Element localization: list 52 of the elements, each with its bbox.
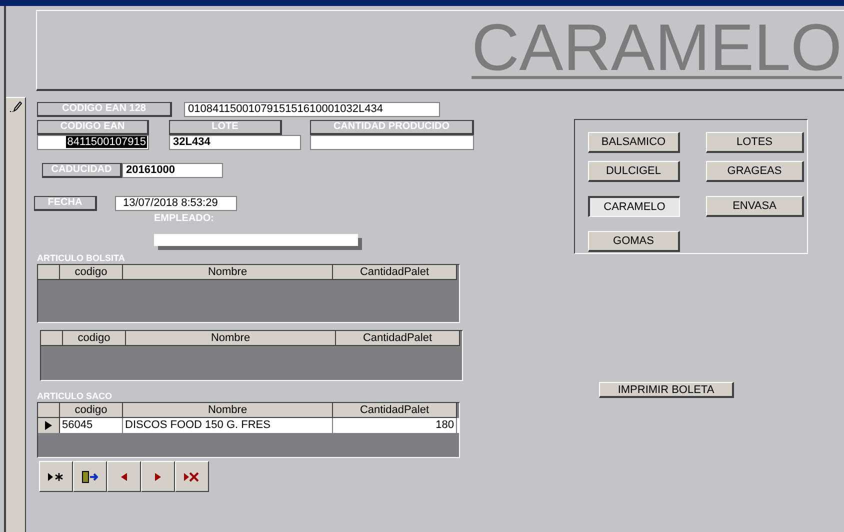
input-field[interactable]: 32L434 [169, 135, 301, 150]
next-button[interactable] [141, 461, 175, 492]
record-selector[interactable] [6, 97, 26, 532]
category-button[interactable]: ENVASA [706, 196, 804, 217]
field-label: FECHA [34, 196, 97, 211]
new-button[interactable] [39, 461, 73, 492]
previous-icon [121, 472, 127, 480]
field-label: CODIGO EAN 128 [37, 102, 172, 117]
section-title: ARTICULO SACO [37, 391, 112, 401]
delete-record-icon [184, 472, 200, 482]
input-field[interactable]: 8411500107915 [37, 135, 149, 150]
input-field[interactable] [154, 234, 358, 246]
category-button[interactable]: GRAGEAS [706, 161, 804, 182]
delete-button[interactable] [175, 461, 209, 492]
row-selector[interactable] [38, 418, 60, 433]
category-button[interactable]: GOMAS [588, 231, 680, 252]
column-header[interactable]: CantidadPalet [333, 265, 457, 280]
column-header[interactable]: codigo [63, 331, 126, 346]
new-record-icon [48, 472, 64, 480]
column-header[interactable]: CantidadPalet [333, 403, 457, 418]
input-field[interactable]: 13/07/2018 8:53:29 [115, 196, 237, 211]
field-label: CANTIDAD PRODUCIDO [310, 120, 474, 135]
column-header[interactable]: Nombre [123, 265, 333, 280]
next-icon [155, 472, 161, 480]
table-cell: 180 [333, 418, 457, 433]
grid-corner-cell[interactable] [41, 331, 63, 346]
input-field[interactable] [310, 135, 474, 150]
field-label: CODIGO EAN [37, 120, 149, 135]
column-header[interactable]: CantidadPalet [336, 331, 460, 346]
input-field[interactable]: 0108411500107915151610001032L434 [184, 102, 440, 117]
exit-button[interactable] [73, 461, 107, 492]
field-label: CADUCIDAD [42, 163, 122, 178]
grid-corner-cell[interactable] [38, 265, 60, 280]
table-cell: 56045 [60, 418, 123, 433]
category-button[interactable]: CARAMELO [588, 196, 680, 217]
input-field[interactable]: 20161000 [122, 163, 223, 178]
field-label: EMPLEADO: [154, 213, 214, 224]
table-cell: DISCOS FOOD 150 G. FRES [123, 418, 333, 433]
field-label: LOTE [169, 120, 282, 135]
door-icon [82, 470, 98, 482]
form-title: CARAMELO [472, 11, 842, 83]
column-header[interactable]: codigo [60, 265, 123, 280]
print-button[interactable]: IMPRIMIR BOLETA [599, 382, 734, 398]
category-button[interactable]: BALSAMICO [588, 132, 680, 153]
section-title: ARTICULO BOLSITA [37, 253, 125, 263]
category-button[interactable]: LOTES [706, 132, 804, 153]
column-header[interactable]: Nombre [123, 403, 333, 418]
category-button[interactable]: DULCIGEL [588, 161, 680, 182]
column-header[interactable]: Nombre [126, 331, 336, 346]
column-header[interactable]: codigo [60, 403, 123, 418]
grid-corner-cell[interactable] [38, 403, 60, 418]
prev-button[interactable] [107, 461, 141, 492]
